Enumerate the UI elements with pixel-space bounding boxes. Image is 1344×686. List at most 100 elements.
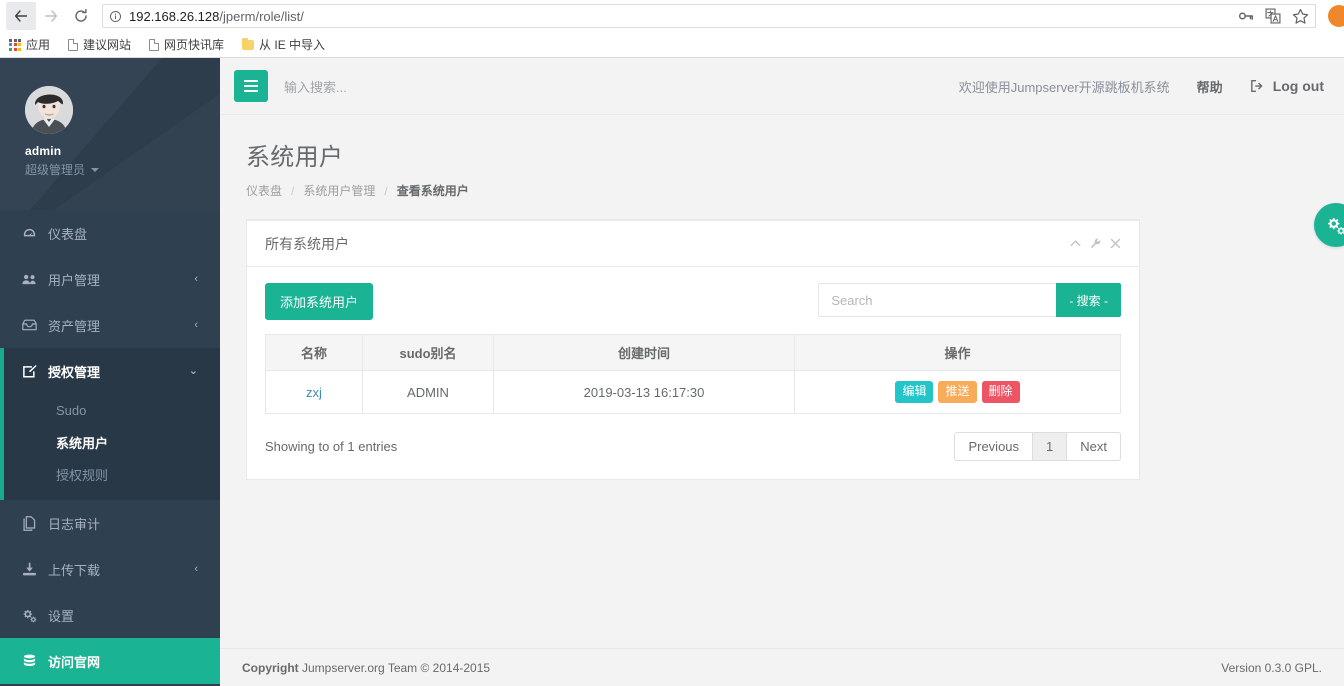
profile-role[interactable]: 超级管理员 [25,161,195,178]
sidebar-item-official-website[interactable]: 访问官网 [0,638,220,684]
url-path: /jperm/role/list/ [219,8,304,24]
profile-role-label: 超级管理员 [25,163,86,177]
chevron-up-icon[interactable] [1070,238,1081,249]
sidebar-toggle-button[interactable] [234,70,268,102]
star-icon[interactable] [1292,8,1309,25]
pagination-page-1[interactable]: 1 [1032,432,1068,461]
row-action-buttons: 编辑 推送 删除 [795,381,1120,403]
column-header-actions[interactable]: 操作 [794,334,1121,371]
pagination: Previous 1 Next [954,432,1121,461]
url-text: 192.168.26.128/jperm/role/list/ [129,9,304,24]
inbox-icon [22,318,37,332]
breadcrumb-item-system-user-management[interactable]: 系统用户管理 [303,182,375,199]
panel-header: 所有系统用户 [247,221,1139,267]
database-icon [22,654,37,669]
welcome-text: 欢迎使用Jumpserver开源跳板机系统 [958,79,1170,95]
back-button[interactable] [6,2,36,30]
address-bar[interactable]: 192.168.26.128/jperm/role/list/ [102,4,1316,28]
panel-title: 所有系统用户 [265,235,349,252]
table-footer: Showing to of 1 entries Previous 1 Next [265,432,1121,461]
search-button[interactable]: - 搜索 - [1056,283,1121,317]
browser-profile-avatar[interactable] [1328,5,1344,27]
sidebar-item-dashboard[interactable]: 仪表盘 [0,210,220,256]
sidebar-subitem-sudo[interactable]: Sudo [0,394,220,426]
column-header-sudo-alias[interactable]: sudo别名 [362,334,494,371]
breadcrumb: 仪表盘 / 系统用户管理 / 查看系统用户 [246,182,1344,199]
system-user-link[interactable]: zxj [306,385,322,400]
key-icon[interactable] [1238,8,1254,24]
push-button[interactable]: 推送 [938,381,977,403]
bookmark-imported-from-ie[interactable]: 从 IE 中导入 [242,36,325,53]
sidebar-item-label: 访问官网 [48,654,101,670]
add-system-user-button[interactable]: 添加系统用户 [265,283,374,320]
chevron-left-icon: ‹ [194,318,198,331]
bookmark-label: 从 IE 中导入 [259,38,326,52]
wrench-icon[interactable] [1090,238,1101,249]
sidebar-subitem-system-user[interactable]: 系统用户 [0,426,220,458]
page-header: 系统用户 仪表盘 / 系统用户管理 / 查看系统用户 [220,115,1344,207]
search-input[interactable] [818,283,1057,317]
table-header-row: 名称 sudo别名 创建时间 操作 [265,334,1121,371]
sidebar-item-label: 资产管理 [48,318,101,334]
pagination-next[interactable]: Next [1066,432,1121,461]
table-head: 名称 sudo别名 创建时间 操作 [265,334,1121,371]
document-icon [68,38,79,51]
system-users-panel: 所有系统用户 添加系统用户 Search - 搜索 - 名称 sudo别名 创建… [246,219,1140,480]
table-row: zxj ADMIN 2019-03-13 16:17:30 编辑 推送 删除 [265,370,1121,414]
reload-button[interactable] [66,2,96,30]
panel-tools [1070,238,1121,249]
sidebar-item-log-audit[interactable]: 日志审计 [0,500,220,546]
version-text: Version 0.3.0 GPL. [1221,660,1322,675]
top-search-input[interactable]: 输入搜索... [284,77,347,96]
bookmark-label: 建议网站 [83,38,132,52]
cell-actions: 编辑 推送 删除 [794,370,1121,414]
bookmarks-bar: 应用 建议网站 网页快讯库 从 IE 中导入 [0,32,1344,58]
delete-button[interactable]: 删除 [981,381,1020,403]
sign-out-icon [1250,80,1263,92]
cell-sudo-alias: ADMIN [362,370,494,414]
sidebar-nav: 仪表盘 用户管理 ‹ 资产管理 ‹ 授权管理 ⌄ Sudo 系统用户 授权规则 … [0,210,220,684]
sidebar-item-asset-management[interactable]: 资产管理 ‹ [0,302,220,348]
sidebar-item-label: 授权管理 [48,364,101,380]
breadcrumb-separator: / [291,183,295,198]
sidebar-subitem-label: 授权规则 [56,467,109,483]
sidebar-item-label: 用户管理 [48,272,101,288]
search-group: - 搜索 - [818,283,1121,317]
bookmark-label: 网页快讯库 [164,38,225,52]
sidebar-profile[interactable]: admin 超级管理员 [0,58,220,210]
info-circle-icon[interactable] [109,10,122,23]
sidebar-item-settings[interactable]: 设置 [0,592,220,638]
bookmark-suggested-sites[interactable]: 建议网站 [68,36,131,53]
sidebar-item-upload-download[interactable]: 上传下载 ‹ [0,546,220,592]
bookmark-apps[interactable]: 应用 [9,36,50,53]
sidebar-item-label: 仪表盘 [48,226,88,242]
pagination-previous[interactable]: Previous [954,432,1034,461]
files-icon [22,515,37,531]
sidebar-subitem-permission-rule[interactable]: 授权规则 [0,458,220,490]
copyright-text: Copyright Jumpserver.org Team © 2014-201… [242,661,490,675]
topbar: 输入搜索... 欢迎使用Jumpserver开源跳板机系统 帮助 Log out [220,58,1344,115]
logout-button[interactable]: Log out [1250,78,1324,94]
bookmark-web-slice[interactable]: 网页快讯库 [149,36,224,53]
table-body: zxj ADMIN 2019-03-13 16:17:30 编辑 推送 删除 [265,370,1121,414]
sidebar-subitem-label: 系统用户 [56,435,109,451]
close-icon[interactable] [1110,238,1121,249]
forward-button[interactable] [36,2,66,30]
breadcrumb-item-dashboard[interactable]: 仪表盘 [246,182,282,199]
avatar[interactable] [25,86,73,134]
translate-icon[interactable] [1265,8,1281,24]
sidebar-item-user-management[interactable]: 用户管理 ‹ [0,256,220,302]
edit-button[interactable]: 编辑 [895,381,934,403]
sidebar-item-label: 上传下载 [48,562,101,578]
omnibox-icons [1230,8,1309,25]
sidebar-item-label: 日志审计 [48,516,101,532]
main-content: 所有系统用户 添加系统用户 Search - 搜索 - 名称 sudo别名 创建… [220,207,1344,648]
browser-address-row: 192.168.26.128/jperm/role/list/ [0,0,1344,32]
sidebar-item-label: 设置 [48,608,75,624]
column-header-created-time[interactable]: 创建时间 [493,334,795,371]
breadcrumb-separator: / [384,183,388,198]
sidebar-item-permission-management[interactable]: 授权管理 ⌄ Sudo 系统用户 授权规则 [0,348,220,500]
column-header-name[interactable]: 名称 [265,334,363,371]
help-link[interactable]: 帮助 [1197,77,1223,96]
user-avatar [25,86,73,134]
